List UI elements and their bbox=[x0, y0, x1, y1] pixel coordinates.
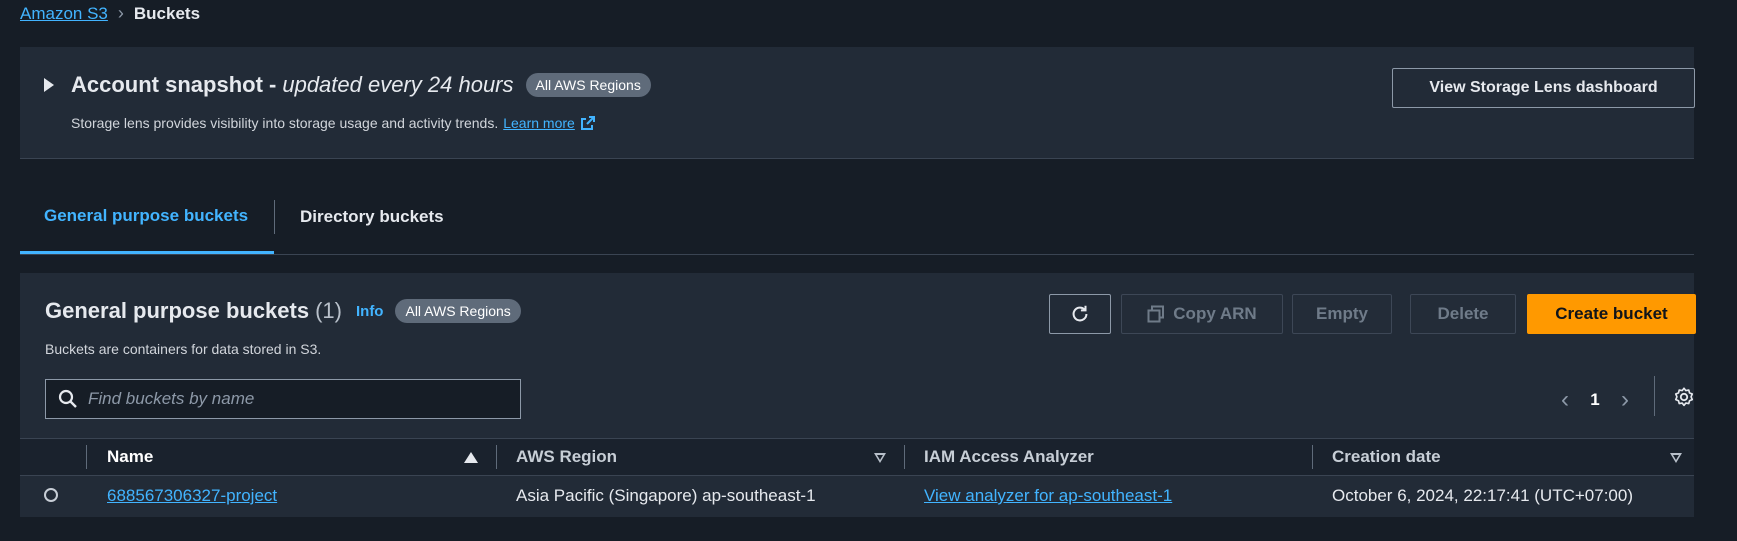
regions-badge: All AWS Regions bbox=[525, 73, 651, 97]
delete-button[interactable]: Delete bbox=[1410, 294, 1516, 334]
sort-icon[interactable] bbox=[874, 453, 886, 463]
table-header: Name AWS Region IAM Access Analyzer Crea… bbox=[20, 438, 1694, 476]
gear-icon[interactable] bbox=[1673, 386, 1695, 408]
regions-badge: All AWS Regions bbox=[395, 299, 521, 323]
column-header-iam-access-analyzer[interactable]: IAM Access Analyzer bbox=[924, 439, 1094, 475]
bucket-count: (1) bbox=[315, 298, 342, 323]
column-header-name[interactable]: Name bbox=[107, 439, 153, 475]
create-bucket-button[interactable]: Create bucket bbox=[1527, 294, 1696, 334]
chevron-right-icon: › bbox=[117, 3, 124, 23]
refresh-button[interactable] bbox=[1049, 294, 1111, 334]
copy-arn-button[interactable]: Copy ARN bbox=[1121, 294, 1283, 334]
column-header-region[interactable]: AWS Region bbox=[516, 439, 617, 475]
search-box bbox=[45, 379, 521, 419]
column-separator bbox=[496, 445, 497, 469]
snapshot-description-text: Storage lens provides visibility into st… bbox=[71, 115, 499, 131]
column-header-creation-date[interactable]: Creation date bbox=[1332, 439, 1441, 475]
bucket-name-link[interactable]: 688567306327-project bbox=[107, 486, 277, 506]
bucket-tabs: General purpose buckets Directory bucket… bbox=[20, 180, 1694, 255]
search-icon bbox=[58, 389, 77, 408]
tab-general-purpose-buckets[interactable]: General purpose buckets bbox=[20, 180, 274, 254]
snapshot-title-suffix: updated every 24 hours bbox=[282, 72, 514, 97]
buckets-panel: General purpose buckets (1) Info All AWS… bbox=[20, 273, 1696, 517]
empty-button[interactable]: Empty bbox=[1292, 294, 1392, 334]
breadcrumb-link-amazon-s3[interactable]: Amazon S3 bbox=[20, 4, 108, 24]
snapshot-title: Account snapshot - updated every 24 hour… bbox=[71, 72, 651, 98]
bucket-region: Asia Pacific (Singapore) ap-southeast-1 bbox=[516, 486, 816, 505]
column-separator bbox=[1312, 445, 1313, 469]
breadcrumb-current: Buckets bbox=[133, 3, 201, 23]
view-storage-lens-button[interactable]: View Storage Lens dashboard bbox=[1392, 68, 1695, 108]
expand-caret-icon[interactable] bbox=[44, 78, 54, 92]
pagination-divider bbox=[1654, 376, 1655, 416]
column-separator bbox=[86, 445, 87, 469]
table-row: 688567306327-project Asia Pacific (Singa… bbox=[20, 476, 1694, 516]
copy-icon bbox=[1147, 305, 1165, 323]
row-select-radio[interactable] bbox=[44, 488, 58, 502]
tab-directory-buckets[interactable]: Directory buckets bbox=[276, 180, 468, 254]
learn-more-link[interactable]: Learn more bbox=[503, 115, 575, 131]
refresh-icon bbox=[1072, 305, 1088, 322]
previous-page-icon[interactable]: ‹ bbox=[1550, 385, 1580, 415]
next-page-icon[interactable]: › bbox=[1610, 385, 1640, 415]
info-link[interactable]: Info bbox=[356, 303, 384, 320]
search-input[interactable] bbox=[86, 388, 510, 410]
view-analyzer-link[interactable]: View analyzer for ap-southeast-1 bbox=[924, 486, 1172, 506]
snapshot-title-text: Account snapshot - bbox=[71, 72, 277, 97]
account-snapshot-panel: Account snapshot - updated every 24 hour… bbox=[20, 47, 1695, 159]
pagination: ‹ 1 › bbox=[1550, 385, 1640, 415]
tab-divider bbox=[274, 200, 275, 234]
current-page-number[interactable]: 1 bbox=[1580, 390, 1610, 410]
column-separator bbox=[904, 445, 905, 469]
breadcrumb: Amazon S3 › Buckets bbox=[20, 3, 200, 24]
external-link-icon[interactable] bbox=[580, 115, 596, 131]
sort-ascending-icon[interactable] bbox=[464, 452, 478, 463]
panel-description: Buckets are containers for data stored i… bbox=[45, 341, 322, 357]
panel-title: General purpose buckets bbox=[45, 298, 310, 323]
sort-icon[interactable] bbox=[1670, 453, 1682, 463]
bucket-creation-date: October 6, 2024, 22:17:41 (UTC+07:00) bbox=[1332, 486, 1633, 505]
snapshot-description: Storage lens provides visibility into st… bbox=[71, 115, 596, 131]
copy-arn-label: Copy ARN bbox=[1173, 304, 1257, 323]
panel-heading: General purpose buckets (1) Info All AWS… bbox=[45, 298, 521, 324]
